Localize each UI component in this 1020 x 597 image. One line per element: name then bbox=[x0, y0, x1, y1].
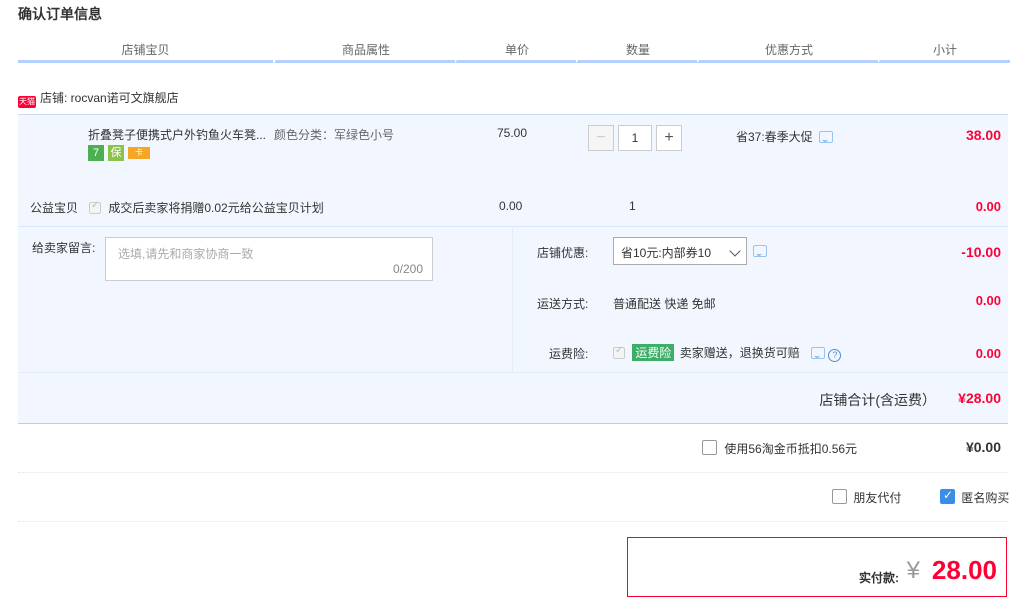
charity-label: 公益宝贝 bbox=[30, 201, 79, 215]
quantity-input[interactable]: 1 bbox=[618, 125, 652, 151]
seven-day-return-icon[interactable]: 7 bbox=[88, 145, 104, 161]
shop-discount-label: 店铺优惠: bbox=[537, 246, 589, 260]
chat-icon[interactable] bbox=[753, 245, 767, 257]
payment-summary: 实付款: ¥ 28.00 bbox=[627, 537, 1007, 597]
insurance-amount: 0.00 bbox=[975, 346, 1001, 361]
chevron-down-icon bbox=[729, 245, 741, 257]
charity-price: 0.00 bbox=[499, 199, 523, 213]
pay-amount: 28.00 bbox=[931, 555, 997, 585]
insurance-desc: 卖家赠送，退换货可赔 bbox=[679, 346, 800, 360]
shop-total-label: 店铺合计(含运费） bbox=[819, 392, 936, 408]
shop-name[interactable]: 店铺: rocvan诺可文旗舰店 bbox=[40, 91, 179, 105]
unit-price: 75.00 bbox=[497, 126, 528, 140]
pay-label: 实付款: bbox=[859, 571, 899, 585]
product-sku: 颜色分类：军绿色小号 bbox=[274, 128, 395, 142]
col-header-discount: 优惠方式 bbox=[697, 40, 879, 63]
help-icon[interactable]: ? bbox=[828, 349, 842, 362]
charity-quantity: 1 bbox=[629, 199, 636, 213]
friend-pay-label[interactable]: 朋友代付 bbox=[853, 491, 901, 505]
item-subtotal: 38.00 bbox=[965, 127, 1001, 143]
shipping-amount: 0.00 bbox=[975, 293, 1001, 308]
message-placeholder: 选填,请先和商家协商一致 bbox=[118, 247, 254, 261]
divider bbox=[18, 521, 1008, 522]
service-badges: 7 保 卡 bbox=[88, 145, 158, 163]
credit-card-icon[interactable]: 卡 bbox=[128, 147, 150, 159]
promotion: 省37:春季大促 bbox=[736, 128, 833, 145]
divider bbox=[18, 472, 1008, 473]
promotion-text: 省37:春季大促 bbox=[736, 130, 813, 144]
insurance-tag: 运费险 bbox=[632, 344, 675, 361]
friend-pay-checkbox[interactable] bbox=[832, 489, 847, 504]
shop-row: 天猫 店铺: rocvan诺可文旗舰店 bbox=[18, 88, 179, 108]
quantity-decrease-button[interactable]: − bbox=[588, 125, 614, 151]
charity-checkbox[interactable] bbox=[89, 200, 101, 214]
anonymous-checkbox[interactable] bbox=[940, 488, 955, 504]
insurance-label: 运费险: bbox=[549, 347, 589, 361]
guarantee-icon[interactable]: 保 bbox=[108, 145, 124, 161]
message-textarea[interactable]: 选填,请先和商家协商一致 0/200 bbox=[105, 237, 433, 281]
anonymous-option: 匿名购买 bbox=[940, 488, 1009, 506]
shop-discount-selected: 省10元:内部券10 bbox=[621, 246, 712, 260]
tmall-icon: 天猫 bbox=[18, 96, 36, 108]
col-header-quantity: 数量 bbox=[576, 40, 698, 63]
col-header-attributes: 商品属性 bbox=[274, 40, 456, 63]
charity-subtotal: 0.00 bbox=[975, 199, 1001, 214]
shipping-label: 运送方式: bbox=[537, 297, 589, 311]
friend-pay-option: 朋友代付 bbox=[832, 489, 901, 506]
anonymous-label[interactable]: 匿名购买 bbox=[961, 491, 1009, 505]
quantity-stepper: − 1 + bbox=[588, 125, 685, 151]
discount-chat bbox=[747, 244, 767, 258]
insurance-row: 运费险 卖家赠送，退换货可赔 ? bbox=[613, 344, 842, 362]
chat-icon[interactable] bbox=[811, 347, 826, 359]
coins-label: 使用56淘金币抵扣0.56元 bbox=[724, 442, 858, 456]
coins-amount: ¥0.00 bbox=[965, 439, 1001, 455]
col-header-subtotal: 小计 bbox=[878, 40, 1010, 63]
coins-row: 使用56淘金币抵扣0.56元 bbox=[702, 440, 857, 457]
message-counter: 0/200 bbox=[392, 262, 423, 276]
message-label: 给卖家留言: bbox=[32, 241, 96, 255]
column-header: 店铺宝贝 商品属性 单价 数量 优惠方式 小计 bbox=[18, 40, 1010, 63]
shop-discount-amount: -10.00 bbox=[961, 244, 1001, 260]
shop-total-amount: ¥28.00 bbox=[958, 390, 1001, 406]
insurance-checkbox[interactable] bbox=[613, 345, 625, 359]
shipping-method: 普通配送 快递 免邮 bbox=[613, 297, 716, 311]
charity-row: 成交后卖家将捐赠0.02元给公益宝贝计划 bbox=[89, 199, 324, 216]
quantity-increase-button[interactable]: + bbox=[656, 125, 682, 151]
coins-checkbox[interactable] bbox=[702, 440, 717, 455]
col-header-shop-item: 店铺宝贝 bbox=[18, 40, 273, 63]
shop-discount-select[interactable]: 省10元:内部券10 bbox=[613, 237, 747, 265]
product-title-link[interactable]: 折叠凳子便携式户外钓鱼火车凳... bbox=[88, 126, 266, 143]
charity-desc: 成交后卖家将捐赠0.02元给公益宝贝计划 bbox=[108, 201, 324, 215]
pay-currency: ¥ bbox=[906, 557, 920, 584]
chat-icon[interactable] bbox=[818, 131, 833, 143]
page-title: 确认订单信息 bbox=[18, 6, 102, 22]
col-header-price: 单价 bbox=[455, 40, 577, 63]
product-thumbnail[interactable] bbox=[28, 124, 78, 174]
